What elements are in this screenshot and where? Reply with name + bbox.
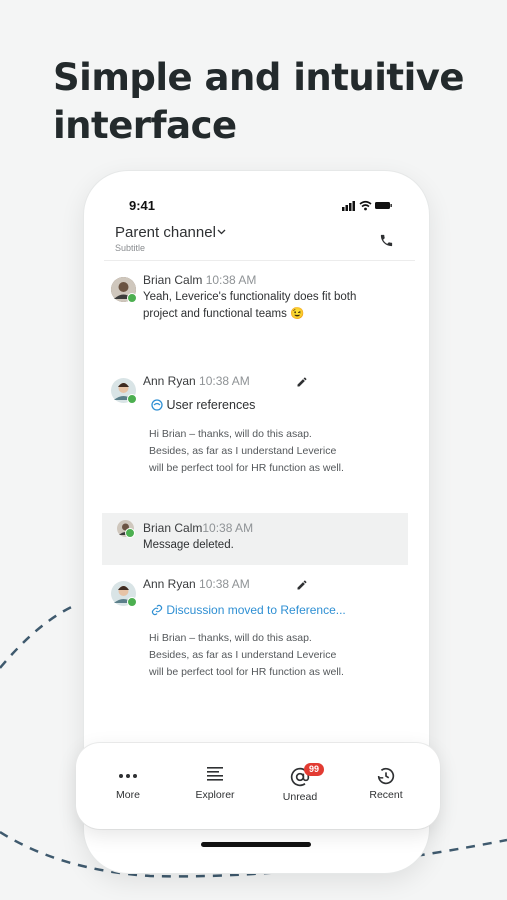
channel-subtitle: Subtitle (115, 243, 146, 253)
quoted-text: Hi Brian – thanks, will do this asap. Be… (149, 428, 344, 474)
message-text: Yeah, Leverice's functionality does fit … (143, 291, 357, 320)
chevron-down-icon (217, 229, 226, 235)
avatar (117, 520, 135, 538)
edit-pencil-icon[interactable] (296, 376, 308, 388)
more-icon (119, 774, 137, 778)
avatar (111, 378, 137, 404)
nav-item-recent[interactable]: Recent (346, 743, 426, 829)
nav-item-explorer[interactable]: Explorer (175, 743, 255, 829)
battery-icon (375, 202, 392, 209)
message-author: Ann Ryan 10:38 AM (143, 577, 250, 591)
message-time: 10:38 AM (199, 577, 250, 591)
nav-item-unread[interactable]: 99 Unread (260, 743, 340, 829)
phone-call-icon[interactable] (379, 233, 394, 248)
quoted-text: Hi Brian – thanks, will do this asap. Be… (149, 632, 344, 678)
bottom-navigation: More Explorer 99 Unread Recent (76, 743, 440, 829)
message-time: 10:38 AM (199, 374, 250, 388)
headline-line-1: Simple and intuitive (53, 56, 465, 99)
reference-icon (151, 399, 163, 411)
nav-item-more[interactable]: More (88, 743, 168, 829)
explorer-icon (207, 767, 223, 781)
presence-indicator (127, 597, 137, 607)
status-time: 9:41 (129, 198, 156, 213)
edit-pencil-icon[interactable] (296, 579, 308, 591)
presence-indicator (127, 394, 137, 404)
avatar (111, 581, 137, 607)
status-icons (342, 200, 392, 211)
message-author: Brian Calm10:38 AM (143, 521, 254, 535)
message-author: Brian Calm 10:38 AM (143, 273, 257, 287)
wifi-icon (359, 200, 372, 211)
nav-label: Unread (282, 791, 318, 803)
discussion-moved-link[interactable]: Discussion moved to Reference... (151, 603, 346, 617)
avatar (111, 277, 137, 303)
message-time: 10:38 AM (202, 521, 254, 535)
channel-title-text: Parent channel (115, 224, 216, 241)
link-icon (151, 604, 163, 616)
channel-title[interactable]: Parent channel (115, 224, 226, 241)
nav-label: Recent (369, 789, 403, 801)
nav-label: Explorer (195, 789, 235, 801)
home-indicator (201, 842, 311, 847)
signal-icon (342, 201, 355, 211)
reference-item[interactable]: User references (151, 398, 255, 412)
headline-line-2: interface (53, 104, 237, 147)
unread-badge: 99 (304, 763, 325, 776)
headline: Simple and intuitive interface (53, 54, 465, 150)
header-divider (104, 260, 415, 261)
message-time: 10:38 AM (205, 273, 257, 287)
presence-indicator (125, 528, 135, 538)
presence-indicator (127, 293, 137, 303)
message-author: Ann Ryan 10:38 AM (143, 374, 250, 388)
nav-label: More (116, 789, 140, 801)
message-deleted-text: Message deleted. (143, 539, 234, 551)
recent-icon (377, 767, 395, 785)
